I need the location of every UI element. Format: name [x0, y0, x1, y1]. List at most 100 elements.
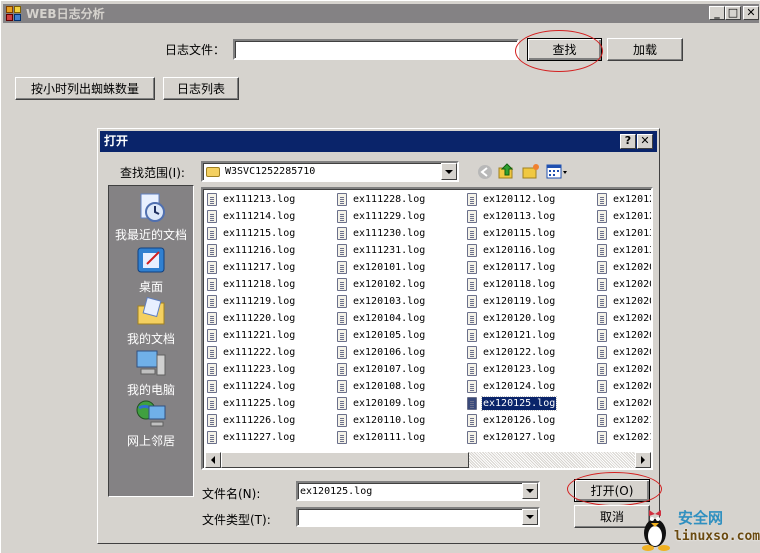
file-item[interactable]: ex120109.log — [335, 395, 426, 412]
file-item[interactable]: ex12013 — [595, 242, 651, 259]
file-item[interactable]: ex120115.log — [465, 225, 556, 242]
file-item[interactable]: ex12020 — [595, 395, 651, 412]
cancel-button[interactable]: 取消 — [574, 505, 650, 528]
open-file-dialog: 打开 ? ✕ 查找范围(I): W3SVC1252285710 我最近的文档 桌… — [97, 128, 662, 544]
file-item[interactable]: ex120122.log — [465, 344, 556, 361]
file-item[interactable]: ex111218.log — [205, 276, 296, 293]
file-item[interactable]: ex12020 — [595, 327, 651, 344]
file-item[interactable]: ex120123.log — [465, 361, 556, 378]
file-item[interactable]: ex120104.log — [335, 310, 426, 327]
close-button[interactable]: ✕ — [743, 6, 759, 20]
new-folder-icon[interactable] — [522, 162, 540, 180]
file-item[interactable]: ex111216.log — [205, 242, 296, 259]
file-item[interactable]: ex120106.log — [335, 344, 426, 361]
file-name-dropdown-button[interactable] — [522, 483, 538, 499]
file-item[interactable]: ex12020 — [595, 293, 651, 310]
file-item[interactable]: ex12020 — [595, 276, 651, 293]
scroll-left-button[interactable] — [205, 452, 221, 468]
file-type-combo[interactable] — [296, 507, 540, 527]
log-list-button[interactable]: 日志列表 — [163, 77, 239, 100]
open-button[interactable]: 打开(O) — [574, 479, 650, 502]
file-item[interactable]: ex120125.log — [465, 395, 558, 412]
file-item[interactable]: ex111217.log — [205, 259, 296, 276]
file-item[interactable]: ex12021 — [595, 429, 651, 446]
scrollbar-thumb[interactable] — [221, 452, 469, 468]
file-item[interactable]: ex120108.log — [335, 378, 426, 395]
file-item[interactable]: ex12021 — [595, 412, 651, 429]
file-item[interactable]: ex120107.log — [335, 361, 426, 378]
file-item[interactable]: ex111227.log — [205, 429, 296, 446]
file-item[interactable]: ex120119.log — [465, 293, 556, 310]
log-file-icon — [467, 261, 477, 274]
file-item[interactable]: ex120111.log — [335, 429, 426, 446]
file-item[interactable]: ex111231.log — [335, 242, 426, 259]
file-list[interactable]: ex111213.log ex111214.log ex111215.log ex11… — [201, 187, 653, 470]
file-item[interactable]: ex120112.log — [465, 191, 556, 208]
place-my-documents[interactable]: 我的文档 — [109, 296, 193, 347]
file-item[interactable]: ex111225.log — [205, 395, 296, 412]
main-titlebar[interactable]: WEB日志分析 _ □ ✕ — [3, 4, 759, 23]
file-item[interactable]: ex111221.log — [205, 327, 296, 344]
dialog-titlebar[interactable]: 打开 ? ✕ — [100, 131, 657, 152]
file-item[interactable]: ex12020 — [595, 378, 651, 395]
file-item[interactable]: ex111220.log — [205, 310, 296, 327]
file-item[interactable]: ex12020 — [595, 361, 651, 378]
file-item[interactable]: ex120101.log — [335, 259, 426, 276]
spider-by-hour-label: 按小时列出蜘蛛数量 — [30, 82, 139, 96]
place-label: 我的电脑 — [126, 383, 175, 397]
file-item[interactable]: ex120117.log — [465, 259, 556, 276]
file-item[interactable]: ex111215.log — [205, 225, 296, 242]
horizontal-scrollbar[interactable] — [205, 452, 651, 468]
dialog-close-button[interactable]: ✕ — [637, 134, 653, 149]
minimize-button[interactable]: _ — [709, 6, 725, 20]
file-item[interactable]: ex111226.log — [205, 412, 296, 429]
file-type-dropdown-button[interactable] — [522, 509, 538, 525]
maximize-button[interactable]: □ — [725, 6, 741, 20]
file-item[interactable]: ex120110.log — [335, 412, 426, 429]
file-item[interactable]: ex120113.log — [465, 208, 556, 225]
place-network-places[interactable]: 网上邻居 — [109, 398, 193, 449]
look-in-combo[interactable]: W3SVC1252285710 — [201, 161, 459, 182]
file-item[interactable]: ex12012 — [595, 191, 651, 208]
load-button[interactable]: 加载 — [607, 38, 683, 61]
place-recent-documents[interactable]: 我最近的文档 — [109, 192, 193, 243]
up-folder-icon[interactable] — [498, 162, 516, 180]
file-item[interactable]: ex111228.log — [335, 191, 426, 208]
place-desktop[interactable]: 桌面 — [109, 244, 193, 295]
file-item[interactable]: ex120118.log — [465, 276, 556, 293]
file-item[interactable]: ex120127.log — [465, 429, 556, 446]
find-button[interactable]: 查找 — [527, 38, 602, 61]
file-item[interactable]: ex12020 — [595, 344, 651, 361]
file-item[interactable]: ex111229.log — [335, 208, 426, 225]
file-item[interactable]: ex111219.log — [205, 293, 296, 310]
file-item[interactable]: ex120105.log — [335, 327, 426, 344]
watermark-cn: 安全网 — [678, 509, 724, 527]
file-item[interactable]: ex120126.log — [465, 412, 556, 429]
look-in-dropdown-button[interactable] — [441, 163, 457, 180]
file-item[interactable]: ex111223.log — [205, 361, 296, 378]
place-my-computer[interactable]: 我的电脑 — [109, 347, 193, 398]
file-item[interactable]: ex111214.log — [205, 208, 296, 225]
file-item[interactable]: ex12020 — [595, 259, 651, 276]
help-button[interactable]: ? — [620, 134, 636, 149]
back-icon[interactable] — [476, 163, 494, 181]
file-item[interactable]: ex120120.log — [465, 310, 556, 327]
file-item[interactable]: ex120116.log — [465, 242, 556, 259]
file-name-combo[interactable]: ex120125.log — [296, 481, 540, 501]
file-item[interactable]: ex12013 — [595, 225, 651, 242]
file-item[interactable]: ex12020 — [595, 310, 651, 327]
file-item[interactable]: ex12012 — [595, 208, 651, 225]
scroll-right-button[interactable] — [635, 452, 651, 468]
file-item[interactable]: ex120124.log — [465, 378, 556, 395]
file-item[interactable]: ex111224.log — [205, 378, 296, 395]
view-menu-icon[interactable] — [546, 163, 568, 181]
file-item[interactable]: ex120103.log — [335, 293, 426, 310]
file-item[interactable]: ex111213.log — [205, 191, 296, 208]
spider-by-hour-button[interactable]: 按小时列出蜘蛛数量 — [15, 77, 155, 100]
file-item[interactable]: ex111230.log — [335, 225, 426, 242]
file-item[interactable]: ex120102.log — [335, 276, 426, 293]
log-file-input[interactable] — [233, 39, 519, 60]
file-item[interactable]: ex111222.log — [205, 344, 296, 361]
log-file-icon — [597, 363, 607, 376]
file-item[interactable]: ex120121.log — [465, 327, 556, 344]
